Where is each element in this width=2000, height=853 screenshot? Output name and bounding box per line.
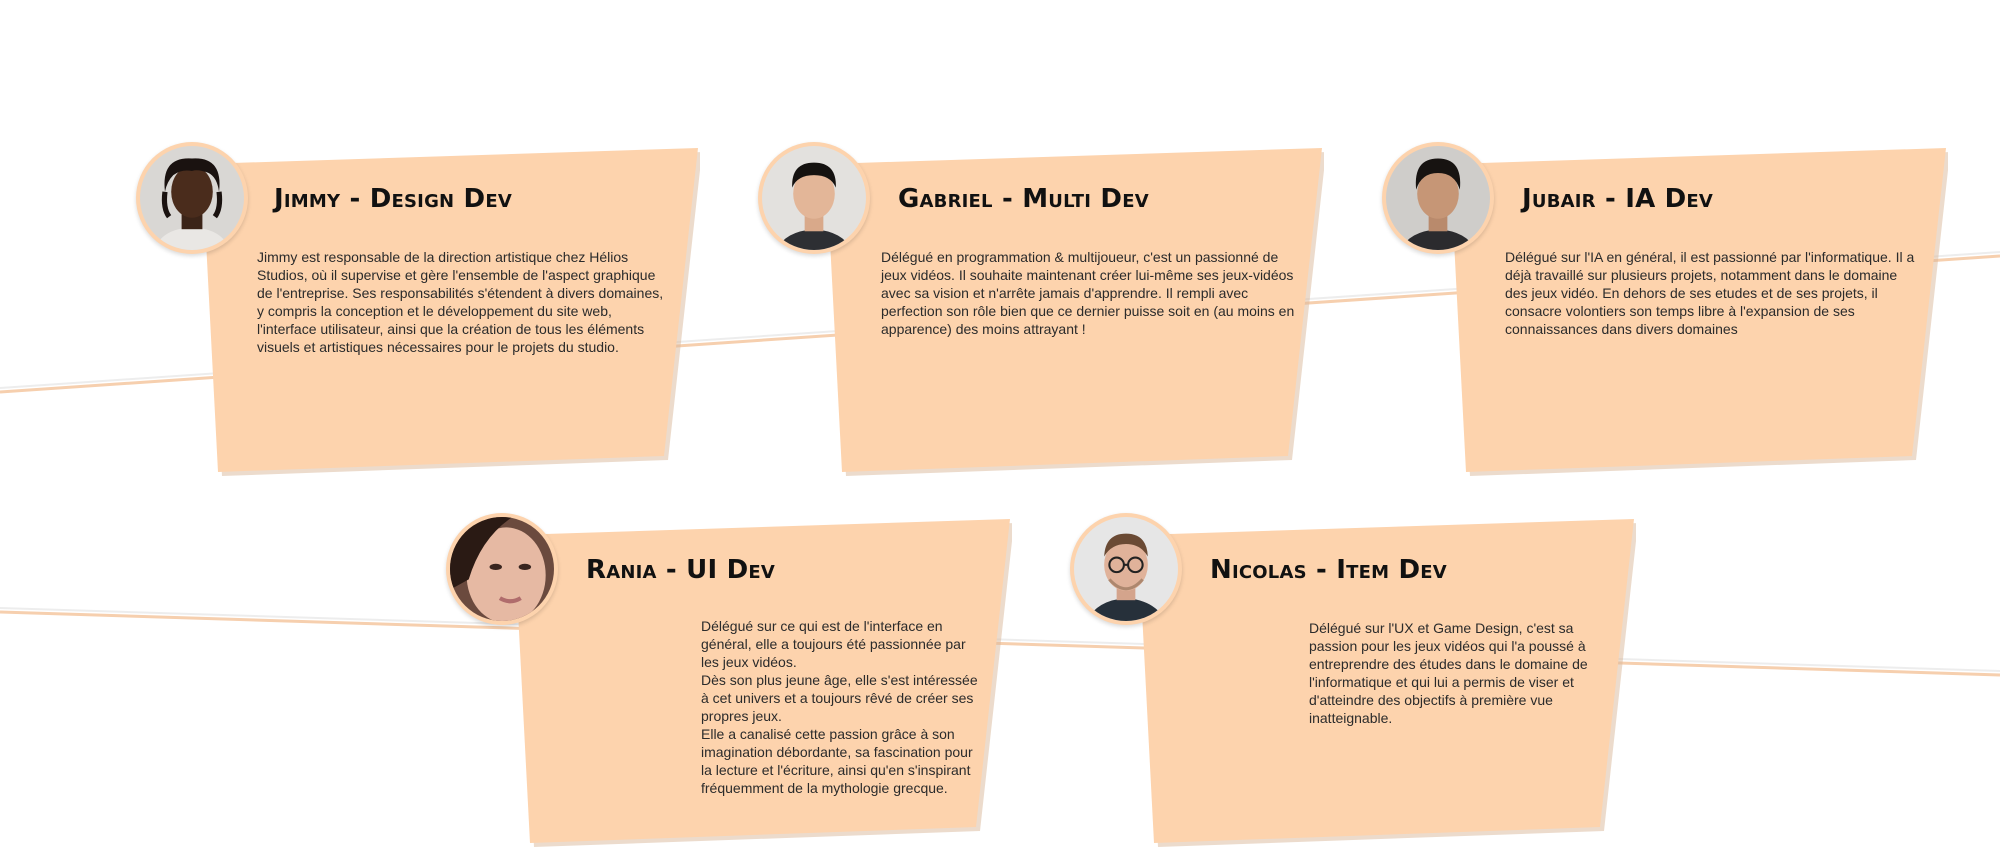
member-name: Nicolas - Item Dev <box>1210 555 1447 585</box>
team-card-jimmy: Jimmy - Design Dev Jimmy est responsable… <box>136 142 700 478</box>
member-description: Délégué en programmation & multijoueur, … <box>881 249 1295 337</box>
avatar-rania <box>446 513 558 625</box>
member-name: Gabriel - Multi Dev <box>898 184 1149 214</box>
portrait-icon <box>140 146 244 250</box>
member-name: Jubair - IA Dev <box>1522 184 1714 214</box>
portrait-icon <box>1074 517 1178 621</box>
portrait-icon <box>762 146 866 250</box>
member-description: Délégué sur l'IA en général, il est pass… <box>1505 249 1915 337</box>
member-description: Jimmy est responsable de la direction ar… <box>257 249 664 355</box>
description-paragraph: Délégué sur ce qui est de l'interface en… <box>701 618 966 670</box>
avatar-jimmy <box>136 142 248 254</box>
portrait-icon <box>450 517 554 621</box>
avatar-jubair <box>1382 142 1494 254</box>
team-card-jubair: Jubair - IA Dev Délégué sur l'IA en géné… <box>1382 142 1948 478</box>
member-description: Délégué sur ce qui est de l'interface en… <box>569 617 985 797</box>
team-card-rania: Rania - UI Dev Délégué sur ce qui est de… <box>446 513 1012 849</box>
team-card-nicolas: Nicolas - Item Dev Délégué sur l'UX et G… <box>1070 513 1636 849</box>
member-description: Délégué sur l'UX et Game Design, c'est s… <box>1309 620 1588 726</box>
member-name: Rania - UI Dev <box>586 555 775 585</box>
member-name: Jimmy - Design Dev <box>274 184 512 214</box>
portrait-icon <box>1386 146 1490 250</box>
description-paragraph: Dès son plus jeune âge, elle s'est intér… <box>701 672 978 724</box>
description-paragraph: Elle a canalisé cette passion grâce à so… <box>701 726 973 796</box>
avatar-gabriel <box>758 142 870 254</box>
avatar-nicolas <box>1070 513 1182 625</box>
team-card-gabriel: Gabriel - Multi Dev Délégué en programma… <box>758 142 1324 478</box>
